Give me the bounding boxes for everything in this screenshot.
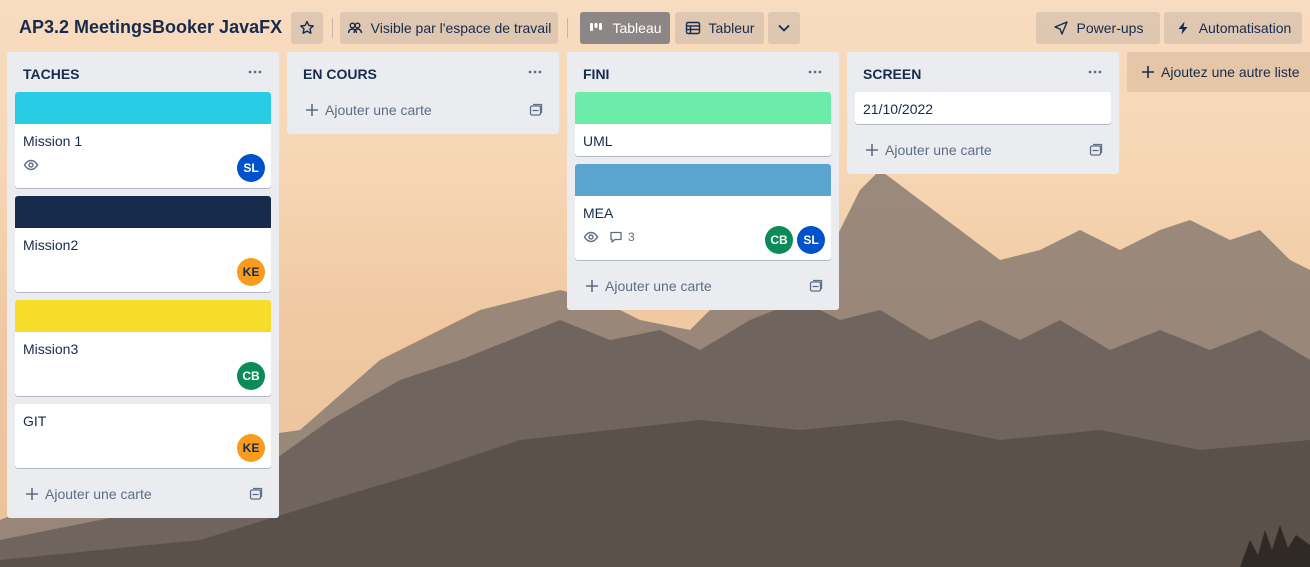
list-header[interactable]: SCREEN (847, 52, 1119, 92)
card-title: MEA (583, 205, 614, 221)
add-card-label: Ajouter une carte (605, 278, 712, 294)
add-card-button[interactable]: Ajouter une carte (295, 92, 551, 128)
list-menu-button[interactable] (243, 60, 267, 84)
card-mission-1[interactable]: Mission 1 SL (15, 92, 271, 188)
powerups-label: Power-ups (1076, 20, 1144, 36)
plus-icon (1142, 66, 1154, 78)
header-separator (567, 18, 568, 38)
add-card-button[interactable]: Ajouter une carte (855, 132, 1111, 168)
card-date[interactable]: 21/10/2022 (855, 92, 1111, 124)
visibility-label: Visible par l'espace de travail (370, 20, 552, 36)
more-icon (1088, 70, 1102, 74)
card-cover (575, 164, 831, 196)
more-icon (248, 70, 262, 74)
lightning-icon (1178, 21, 1188, 35)
list-menu-button[interactable] (523, 60, 547, 84)
visibility-button[interactable]: Visible par l'espace de travail (340, 12, 558, 44)
card-title: UML (583, 133, 613, 149)
list-title[interactable]: SCREEN (863, 66, 921, 82)
chevron-down-icon (778, 25, 790, 32)
avatar[interactable]: KE (237, 434, 265, 462)
card-mission2[interactable]: Mission2 KE (15, 196, 271, 292)
card-uml[interactable]: UML (575, 92, 831, 156)
view-board-button[interactable]: Tableau (580, 12, 670, 44)
table-view-icon (685, 21, 700, 35)
comments-count: 3 (628, 230, 635, 244)
comments-badge: 3 (609, 230, 635, 244)
plus-icon (26, 488, 38, 500)
plus-icon (586, 280, 598, 292)
watching-badge (583, 229, 599, 245)
card-cover (575, 92, 831, 124)
star-button[interactable] (291, 12, 323, 44)
card-template-icon[interactable] (809, 279, 823, 293)
more-icon (808, 70, 822, 74)
add-card-label: Ajouter une carte (45, 486, 152, 502)
list-menu-button[interactable] (803, 60, 827, 84)
plus-icon (306, 104, 318, 116)
view-board-label: Tableau (612, 20, 662, 36)
add-list-label: Ajoutez une autre liste (1161, 64, 1300, 80)
avatar[interactable]: SL (237, 154, 265, 182)
list-header[interactable]: FINI (567, 52, 839, 92)
rocket-icon (1053, 21, 1068, 35)
card-title: Mission3 (23, 341, 79, 357)
view-table-button[interactable]: Tableur (675, 12, 764, 44)
board-header: AP3.2 MeetingsBooker JavaFX Visible par … (0, 0, 1310, 56)
add-card-label: Ajouter une carte (885, 142, 992, 158)
card-title: 21/10/2022 (863, 101, 934, 117)
list-taches: TACHES Mission 1 SL Mission2 KE Mission3… (7, 52, 279, 518)
views-dropdown-button[interactable] (768, 12, 800, 44)
card-mission3[interactable]: Mission3 CB (15, 300, 271, 396)
comment-icon (610, 231, 622, 243)
card-cover (15, 92, 271, 124)
header-separator (332, 18, 333, 38)
avatar[interactable]: KE (237, 258, 265, 286)
list-title[interactable]: FINI (583, 66, 609, 82)
card-cover (15, 300, 271, 332)
workspace-visibility-icon (347, 22, 362, 34)
add-card-label: Ajouter une carte (325, 102, 432, 118)
add-card-button[interactable]: Ajouter une carte (15, 476, 271, 512)
list-fini: FINI UML MEA 3 CB SL Ajouter une carte (567, 52, 839, 310)
view-table-label: Tableur (708, 20, 755, 36)
card-title: Mission2 (23, 237, 79, 253)
card-template-icon[interactable] (249, 487, 263, 501)
automation-label: Automatisation (1198, 20, 1292, 36)
list-header[interactable]: EN COURS (287, 52, 559, 92)
card-template-icon[interactable] (1089, 143, 1103, 157)
add-card-button[interactable]: Ajouter une carte (575, 268, 831, 304)
more-icon (528, 70, 542, 74)
star-icon (300, 20, 314, 34)
card-title: Mission 1 (23, 133, 83, 149)
automation-button[interactable]: Automatisation (1164, 12, 1302, 44)
card-cover (15, 196, 271, 228)
eye-icon (583, 231, 599, 243)
add-list-button[interactable]: Ajoutez une autre liste (1127, 52, 1310, 92)
avatar[interactable]: SL (797, 226, 825, 254)
powerups-button[interactable]: Power-ups (1036, 12, 1160, 44)
plus-icon (866, 144, 878, 156)
list-title[interactable]: EN COURS (303, 66, 377, 82)
card-git[interactable]: GIT KE (15, 404, 271, 468)
board-view-icon (590, 23, 603, 31)
list-header[interactable]: TACHES (7, 52, 279, 92)
list-title[interactable]: TACHES (23, 66, 80, 82)
eye-icon (23, 159, 39, 171)
avatar[interactable]: CB (765, 226, 793, 254)
card-template-icon[interactable] (529, 103, 543, 117)
card-title: GIT (23, 413, 47, 429)
watching-badge (23, 157, 39, 173)
list-screen: SCREEN 21/10/2022 Ajouter une carte (847, 52, 1119, 174)
list-en-cours: EN COURS Ajouter une carte (287, 52, 559, 134)
avatar[interactable]: CB (237, 362, 265, 390)
card-mea[interactable]: MEA 3 CB SL (575, 164, 831, 260)
list-menu-button[interactable] (1083, 60, 1107, 84)
board-title[interactable]: AP3.2 MeetingsBooker JavaFX (19, 17, 282, 38)
